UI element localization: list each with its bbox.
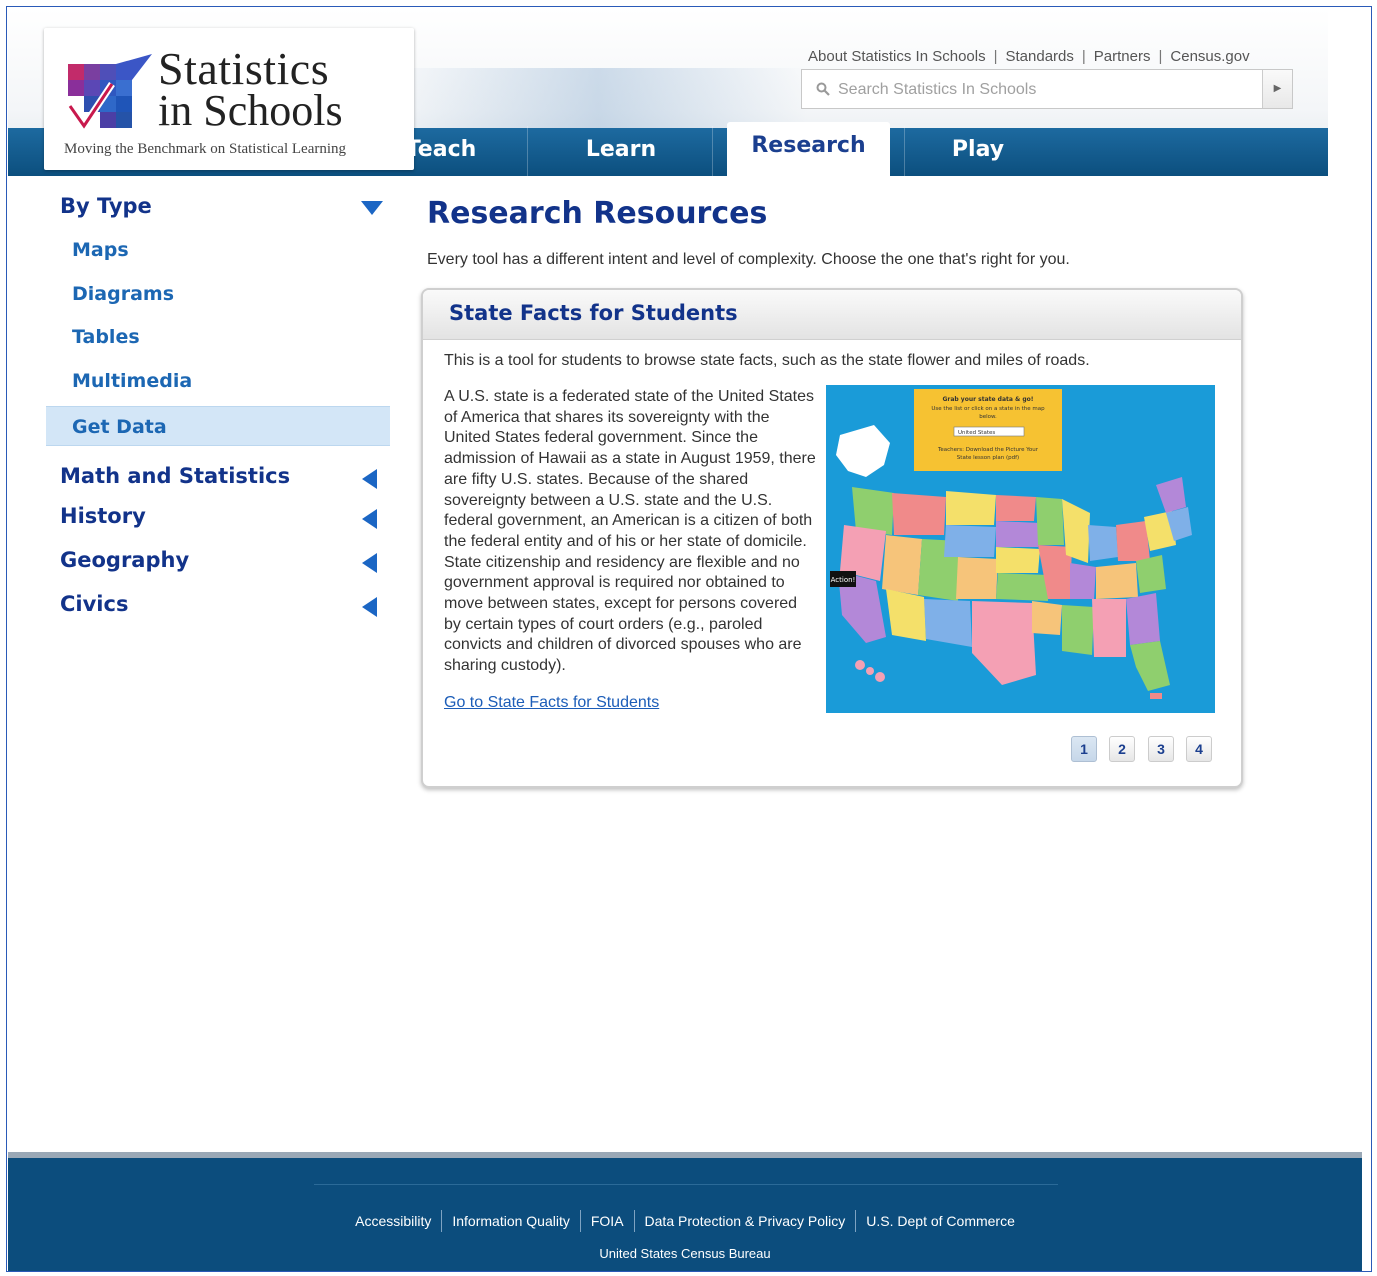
footer-divider — [314, 1184, 1058, 1185]
sidebar-item-diagrams[interactable]: Diagrams — [46, 274, 390, 314]
page-intro: Every tool has a different intent and le… — [427, 251, 1070, 268]
sidebar-geography[interactable]: Geography — [60, 548, 189, 572]
footer-link-dept-of-commerce[interactable]: U.S. Dept of Commerce — [855, 1210, 1025, 1232]
tab-teach[interactable]: Teach — [356, 128, 526, 176]
sidebar-history[interactable]: History — [60, 504, 146, 528]
sidebar-item-multimedia[interactable]: Multimedia — [46, 361, 390, 401]
util-link-about[interactable]: About Statistics In Schools — [808, 48, 986, 65]
search-icon — [816, 82, 830, 96]
sidebar-item-get-data[interactable]: Get Data — [46, 406, 390, 446]
separator: | — [993, 48, 998, 65]
pagination-page-1[interactable]: 1 — [1071, 736, 1097, 762]
pagination-page-4[interactable]: 4 — [1186, 736, 1212, 762]
util-link-partners[interactable]: Partners — [1094, 48, 1151, 65]
go-to-state-facts-link[interactable]: Go to State Facts for Students — [444, 694, 659, 712]
sidebar-item-tables[interactable]: Tables — [46, 317, 390, 357]
card-body-text: A U.S. state is a federated state of the… — [444, 388, 816, 675]
collapse-arrow-icon[interactable] — [361, 201, 383, 215]
resource-card: State Facts for Students This is a tool … — [421, 288, 1243, 788]
card-header: State Facts for Students — [423, 290, 1241, 340]
tab-divider — [712, 126, 713, 176]
search-submit-button[interactable]: ▶ — [1262, 70, 1292, 108]
us-map-image[interactable]: Grab your state data & go! Use the list … — [826, 385, 1215, 713]
footer-link-privacy-policy[interactable]: Data Protection & Privacy Policy — [633, 1210, 856, 1232]
us-map-illustration: Grab your state data & go! Use the list … — [826, 385, 1215, 713]
expand-arrow-icon[interactable] — [362, 553, 377, 573]
sidebar-civics[interactable]: Civics — [60, 592, 128, 616]
footer-link-foia[interactable]: FOIA — [579, 1210, 634, 1232]
footer-links: Accessibility Information Quality FOIA Data… — [8, 1210, 1362, 1232]
tab-research[interactable]: Research — [727, 122, 890, 176]
svg-text:Action!: Action! — [831, 576, 856, 584]
expand-arrow-icon[interactable] — [362, 469, 377, 489]
svg-text:Teachers: Download the Picture: Teachers: Download the Picture Your — [937, 447, 1039, 453]
play-arrow-icon: ▶ — [1273, 83, 1282, 94]
pagination-page-3[interactable]: 3 — [1148, 736, 1174, 762]
footer-link-accessibility[interactable]: Accessibility — [345, 1210, 441, 1232]
svg-text:Use the list or click on a sta: Use the list or click on a state in the … — [931, 406, 1045, 412]
pagination-page-2[interactable]: 2 — [1109, 736, 1135, 762]
tab-learn[interactable]: Learn — [528, 128, 714, 176]
expand-arrow-icon[interactable] — [362, 597, 377, 617]
page-title: Research Resources — [427, 196, 768, 231]
card-description: This is a tool for students to browse st… — [444, 352, 1090, 369]
logo-subtitle: in Schools — [158, 86, 343, 135]
svg-text:below.: below. — [979, 414, 997, 420]
svg-text:Grab your state data & go!: Grab your state data & go! — [942, 396, 1033, 403]
site-footer: Accessibility Information Quality FOIA Data… — [8, 1152, 1362, 1271]
footer-link-information-quality[interactable]: Information Quality — [441, 1210, 580, 1232]
svg-text:State lesson plan (pdf): State lesson plan (pdf) — [957, 455, 1019, 461]
search-input[interactable] — [838, 78, 1258, 102]
util-link-census[interactable]: Census.gov — [1170, 48, 1249, 65]
logo-tagline: Moving the Benchmark on Statistical Lear… — [64, 141, 347, 157]
svg-text:United States: United States — [958, 430, 995, 436]
utility-nav: About Statistics In Schools | Standards | Pa… — [808, 48, 1250, 65]
card-title: State Facts for Students — [449, 301, 738, 325]
separator: | — [1158, 48, 1163, 65]
separator: | — [1081, 48, 1086, 65]
util-link-standards[interactable]: Standards — [1006, 48, 1074, 65]
footer-agency-name: United States Census Bureau — [599, 1246, 771, 1261]
tab-play[interactable]: Play — [905, 128, 1051, 176]
sidebar-item-maps[interactable]: Maps — [46, 230, 390, 270]
sidebar-math-and-statistics[interactable]: Math and Statistics — [60, 464, 290, 488]
header-decoration — [388, 68, 808, 128]
sidebar-by-type[interactable]: By Type — [60, 194, 152, 218]
logo-mark-icon — [68, 54, 152, 132]
search-box: ▶ — [801, 69, 1293, 109]
expand-arrow-icon[interactable] — [362, 509, 377, 529]
